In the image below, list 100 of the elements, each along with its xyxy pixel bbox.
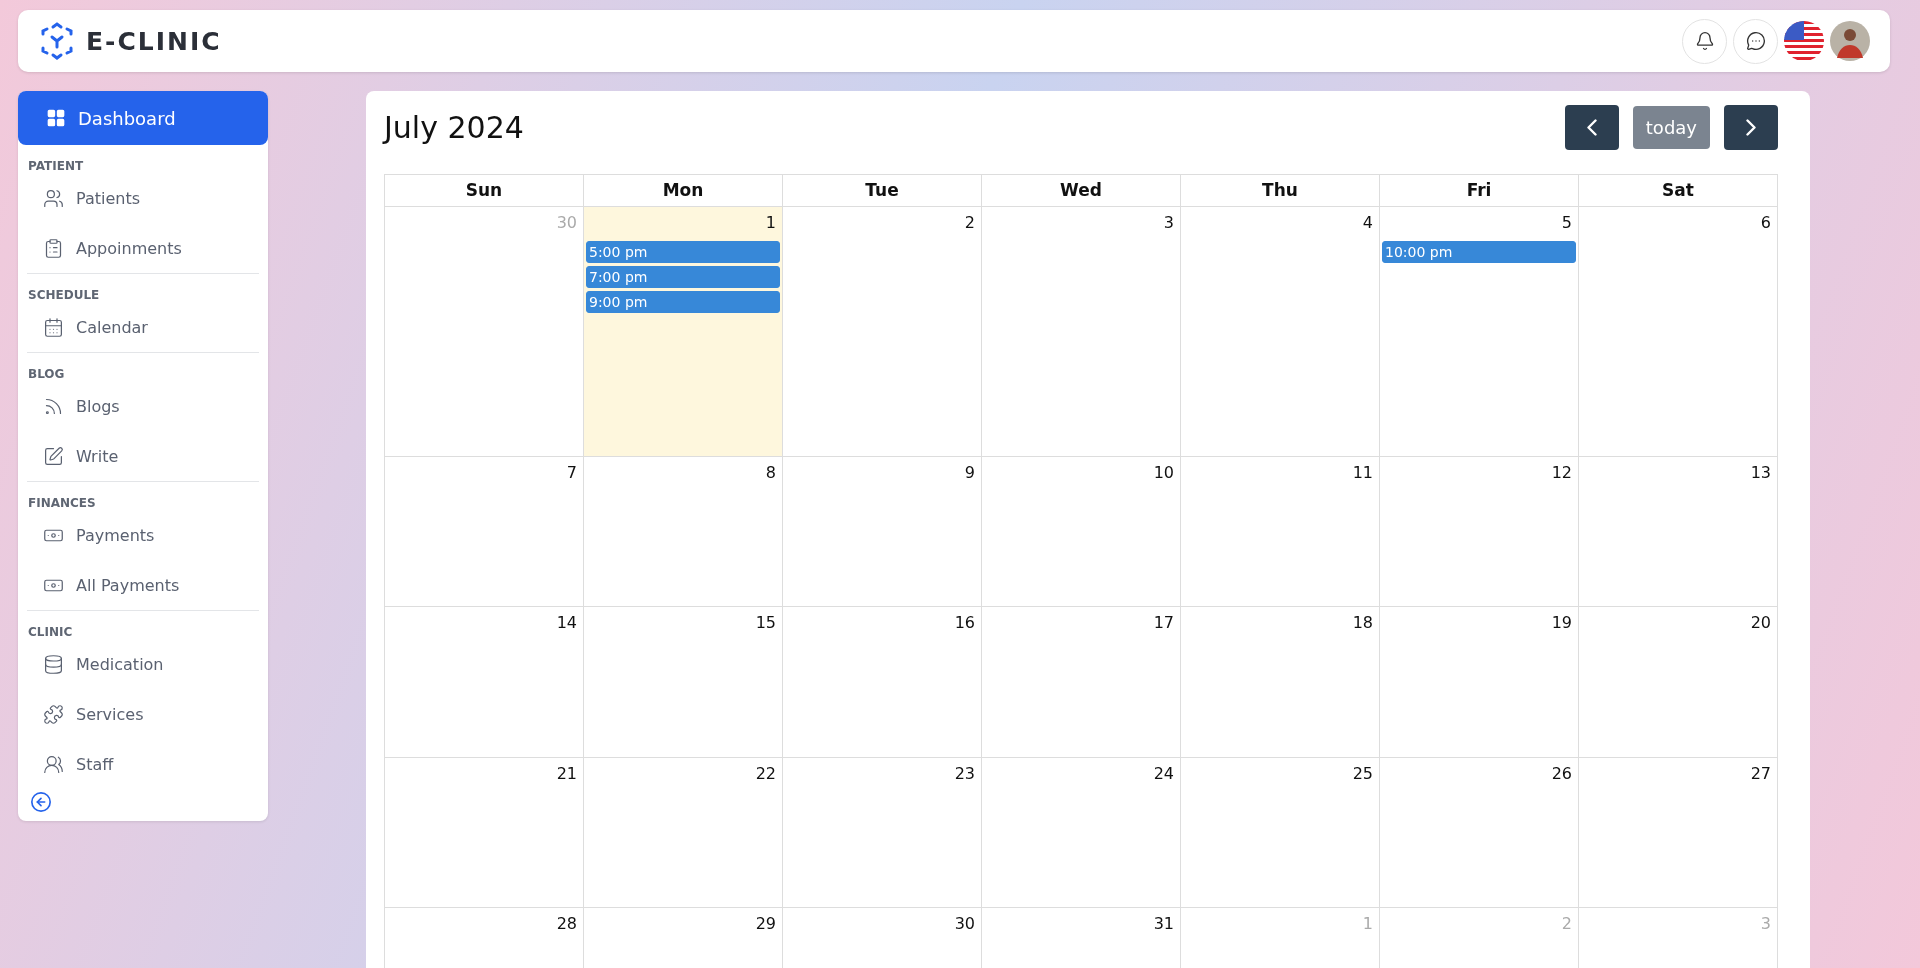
day-number: 11 <box>1351 462 1374 484</box>
day-number: 30 <box>953 913 976 935</box>
section-title: PATIENT <box>27 159 85 173</box>
day-cell[interactable]: 3 <box>982 207 1181 457</box>
day-number: 7 <box>565 462 578 484</box>
day-cell[interactable]: 5 10:00 pm <box>1380 207 1579 457</box>
day-number: 4 <box>1361 212 1374 234</box>
day-cell[interactable]: 9 <box>783 457 982 607</box>
day-cell[interactable]: 18 <box>1181 607 1380 758</box>
day-cell[interactable]: 22 <box>584 758 783 908</box>
calendar-event[interactable]: 7:00 pm <box>586 266 780 288</box>
day-cell[interactable]: 24 <box>982 758 1181 908</box>
day-cell[interactable]: 1 5:00 pm 7:00 pm 9:00 pm <box>584 207 783 457</box>
brand-name: E-CLINIC <box>86 26 222 56</box>
day-cell[interactable]: 27 <box>1579 758 1778 908</box>
sidebar-item[interactable]: Appoinments <box>27 223 259 273</box>
section-title: CLINIC <box>27 625 74 639</box>
avatar-icon[interactable] <box>1830 21 1870 61</box>
sidebar-item[interactable]: Medication <box>27 639 259 689</box>
puzzle-icon <box>43 703 64 725</box>
day-cell[interactable]: 26 <box>1380 758 1579 908</box>
day-number: 30 <box>555 212 578 234</box>
calendar-event[interactable]: 5:00 pm <box>586 241 780 263</box>
day-number: 6 <box>1759 212 1772 234</box>
day-cell[interactable]: 21 <box>385 758 584 908</box>
sidebar-item[interactable]: Blogs <box>27 381 259 431</box>
day-number: 13 <box>1749 462 1772 484</box>
day-number: 22 <box>754 763 777 785</box>
day-number: 5 <box>1560 212 1573 234</box>
sidebar-item[interactable]: Dashboard <box>18 91 268 145</box>
sidebar-item[interactable]: Patients <box>27 173 259 223</box>
notifications-button[interactable] <box>1682 18 1727 64</box>
day-cell[interactable]: 8 <box>584 457 783 607</box>
calendar-event[interactable]: 9:00 pm <box>586 291 780 313</box>
day-number: 26 <box>1550 763 1573 785</box>
day-number: 16 <box>953 612 976 634</box>
chevron-left-icon <box>1586 119 1597 136</box>
day-cell[interactable]: 11 <box>1181 457 1380 607</box>
next-button[interactable] <box>1724 105 1778 150</box>
calendar-icon <box>43 316 64 338</box>
day-cell[interactable]: 12 <box>1380 457 1579 607</box>
section-title: FINANCES <box>27 496 97 510</box>
day-number: 18 <box>1351 612 1374 634</box>
sidebar-item[interactable]: Payments <box>27 510 259 560</box>
day-cell[interactable]: 10 <box>982 457 1181 607</box>
grid-icon <box>46 108 66 128</box>
collapse-button[interactable] <box>30 791 54 813</box>
day-cell[interactable]: 4 <box>1181 207 1380 457</box>
sidebar-item[interactable]: Staff <box>27 739 259 789</box>
day-number: 27 <box>1749 763 1772 785</box>
sidebar-item[interactable]: All Payments <box>27 560 259 610</box>
previous-button[interactable] <box>1564 105 1619 150</box>
calendar-title: July 2024 <box>384 110 524 145</box>
day-cell[interactable]: 13 <box>1579 457 1778 607</box>
sidebar-item[interactable]: Write <box>27 431 259 481</box>
day-number: 20 <box>1749 612 1772 634</box>
day-number: 25 <box>1351 763 1374 785</box>
day-cell[interactable]: 19 <box>1380 607 1579 758</box>
day-cell[interactable]: 20 <box>1579 607 1778 758</box>
day-number: 24 <box>1152 763 1175 785</box>
chevron-right-icon <box>1746 119 1756 136</box>
day-cell[interactable]: 7 <box>385 457 584 607</box>
day-number: 15 <box>754 612 777 634</box>
day-cell[interactable]: 6 <box>1579 207 1778 457</box>
day-cell[interactable]: 25 <box>1181 758 1380 908</box>
day-number: 21 <box>555 763 578 785</box>
day-number: 2 <box>963 212 976 234</box>
day-number: 14 <box>555 612 578 634</box>
day-number: 23 <box>953 763 976 785</box>
day-number: 17 <box>1152 612 1175 634</box>
pencil-icon <box>43 445 64 467</box>
day-number: 8 <box>764 462 777 484</box>
sidebar-item[interactable]: Calendar <box>27 302 259 352</box>
day-cell[interactable]: 15 <box>584 607 783 758</box>
day-cell[interactable]: 14 <box>385 607 584 758</box>
people-icon <box>43 187 64 209</box>
day-number: 10 <box>1152 462 1175 484</box>
flag-icon[interactable] <box>1784 21 1824 61</box>
day-number: 3 <box>1162 212 1175 234</box>
day-number: 2 <box>1560 913 1573 935</box>
chat-icon <box>1745 31 1766 51</box>
day-number: 3 <box>1759 913 1772 935</box>
day-number: 28 <box>555 913 578 935</box>
day-number: 29 <box>754 913 777 935</box>
day-cell[interactable]: 23 <box>783 758 982 908</box>
section-title: SCHEDULE <box>27 288 101 302</box>
day-number: 12 <box>1550 462 1573 484</box>
day-number: 9 <box>963 462 976 484</box>
day-cell[interactable]: 17 <box>982 607 1181 758</box>
database-icon <box>43 653 64 675</box>
calendar-event[interactable]: 10:00 pm <box>1382 241 1576 263</box>
day-cell[interactable]: 16 <box>783 607 982 758</box>
day-number: 1 <box>1361 913 1374 935</box>
messages-button[interactable] <box>1733 18 1778 64</box>
clipboard-icon <box>43 237 64 259</box>
day-number: 1 <box>764 212 777 234</box>
day-cell[interactable]: 2 <box>783 207 982 457</box>
day-number: 31 <box>1152 913 1175 935</box>
users-icon <box>43 753 64 775</box>
sidebar-item[interactable]: Services <box>27 689 259 739</box>
